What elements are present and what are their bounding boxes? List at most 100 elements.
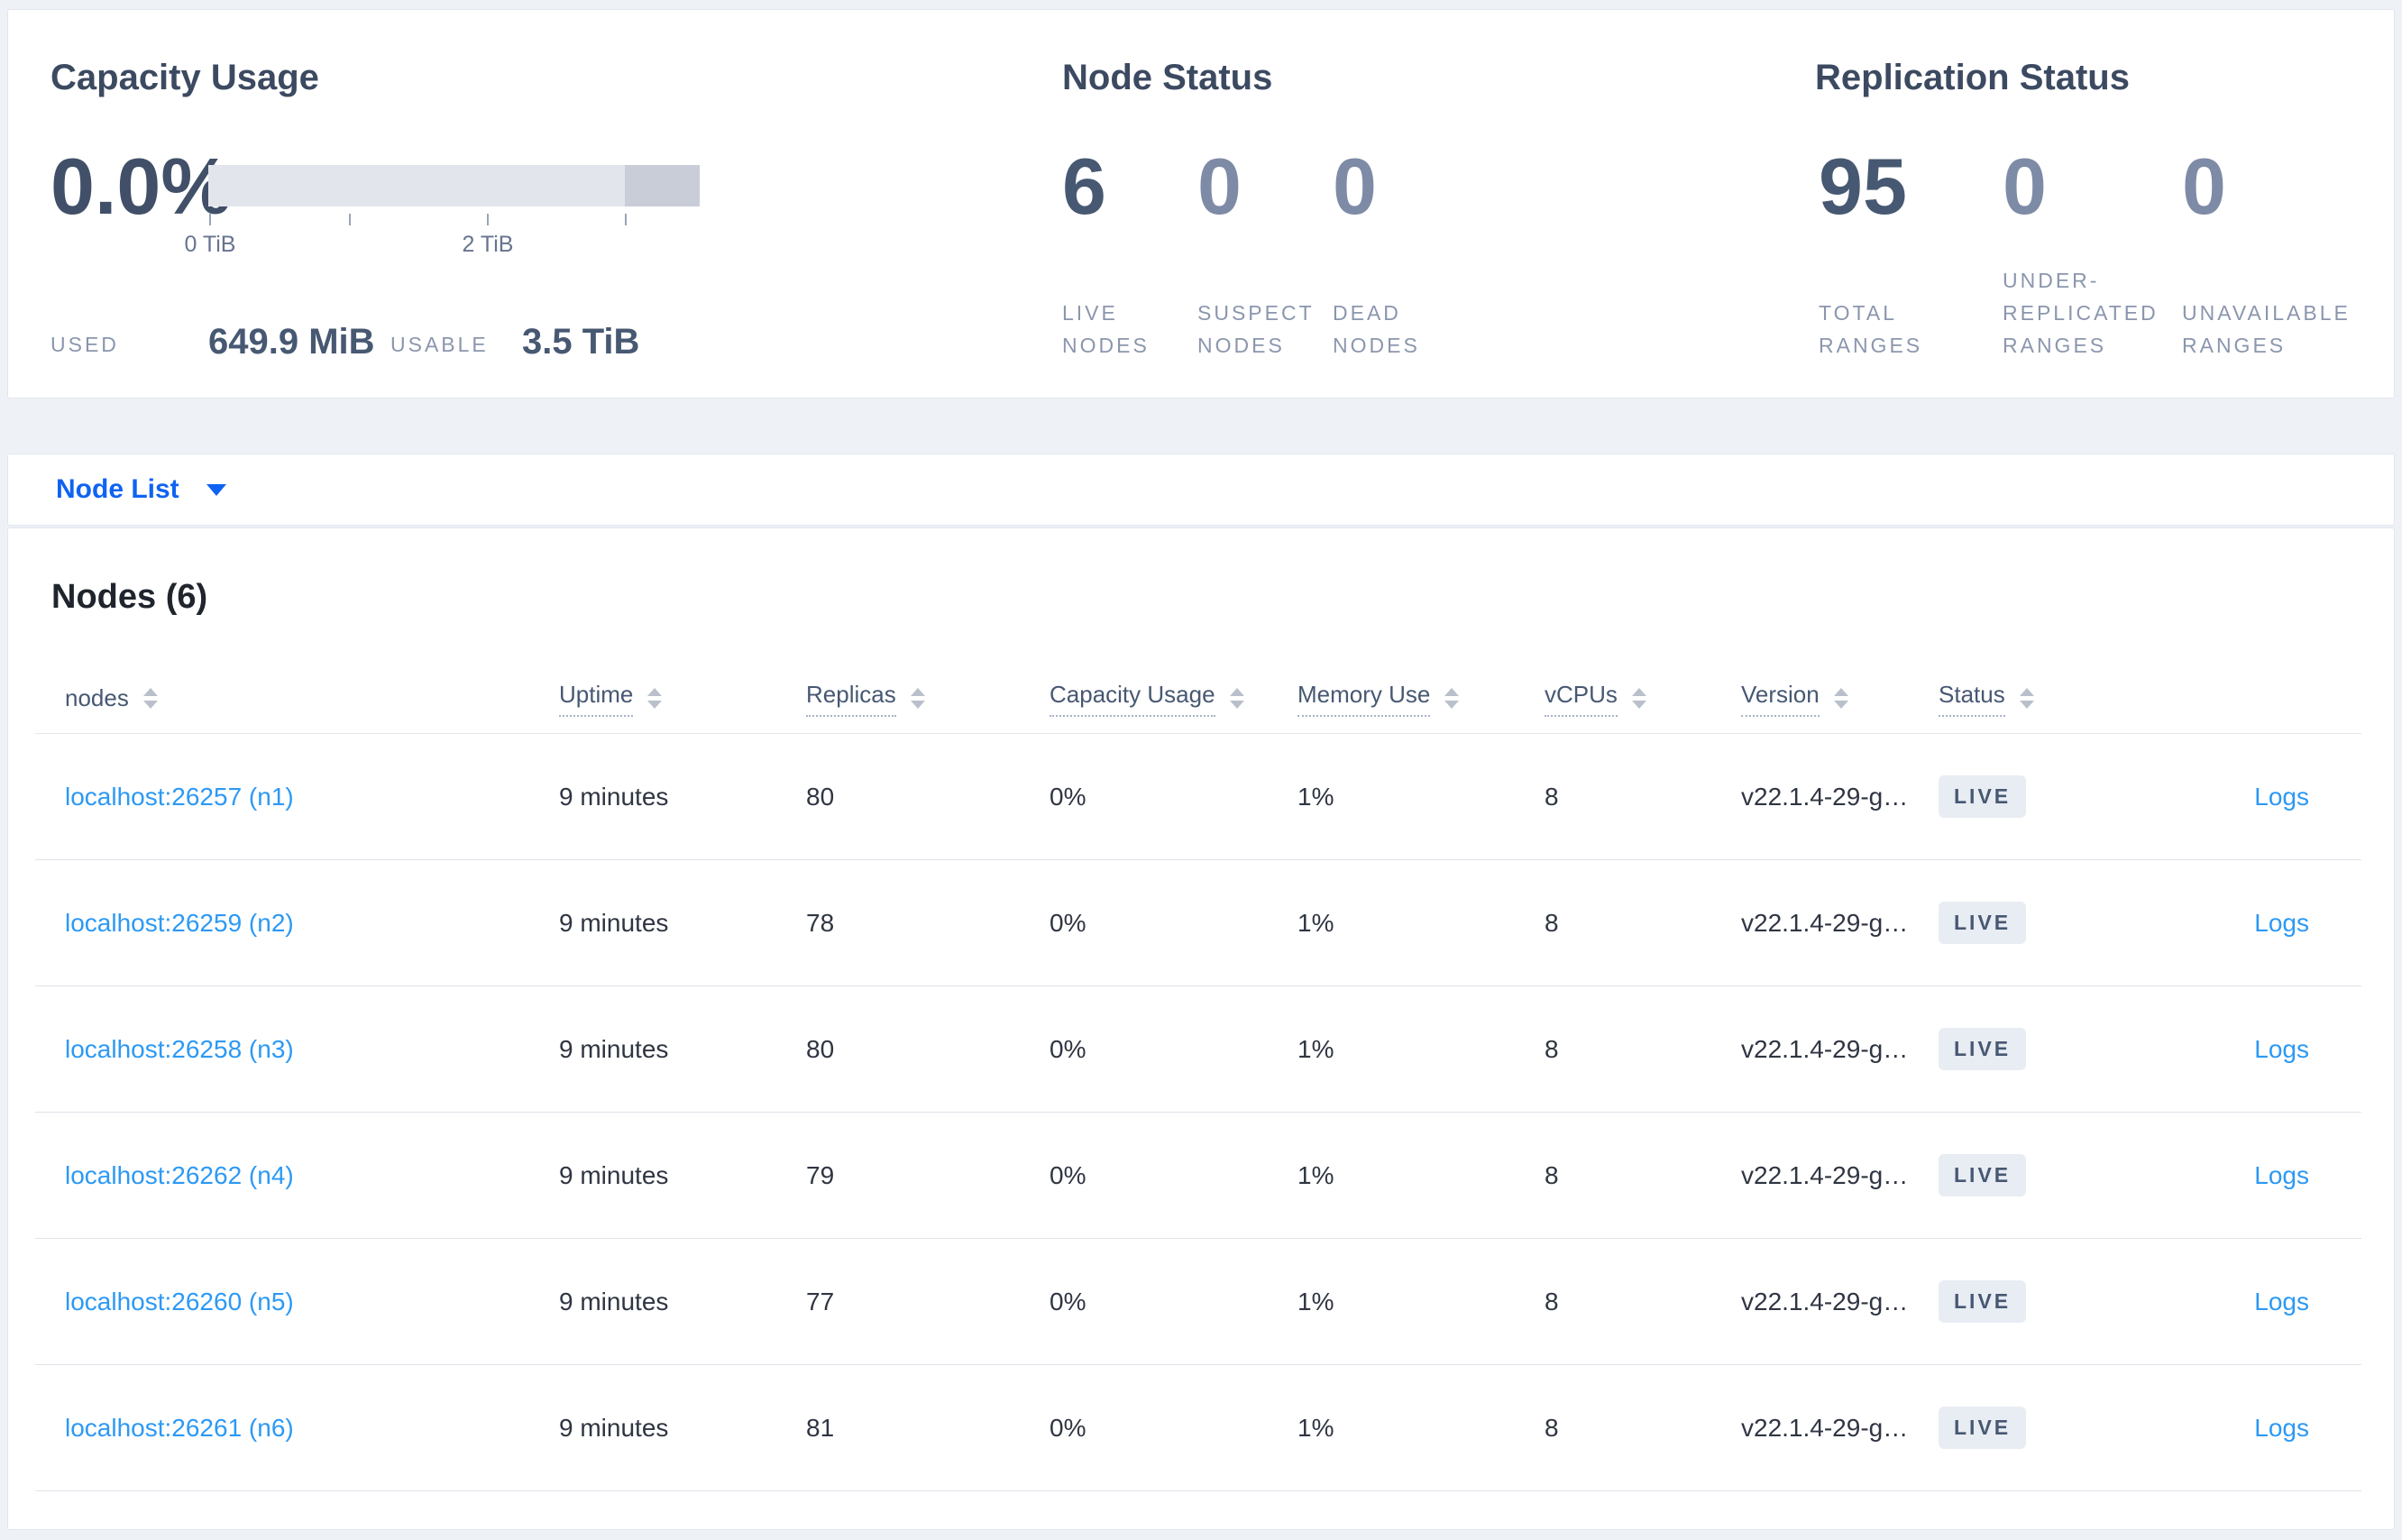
table-row: localhost:26257 (n1) 9 minutes 80 0% 1% … xyxy=(35,734,2361,860)
column-header[interactable]: Version xyxy=(1741,681,1939,717)
replicas-cell: 79 xyxy=(806,1160,835,1189)
column-header[interactable]: Uptime xyxy=(559,681,806,717)
stat-label: UNDER-REPLICATED RANGES xyxy=(2003,269,2159,357)
column-header[interactable]: Replicas xyxy=(806,681,1050,717)
version-cell: v22.1.4-29-g… xyxy=(1741,1413,1909,1442)
capacity-usage-cell: 0% xyxy=(1050,1413,1086,1442)
logs-link[interactable]: Logs xyxy=(2254,1288,2309,1315)
column-header-label: Uptime xyxy=(559,681,634,717)
table-row: localhost:26262 (n4) 9 minutes 79 0% 1% … xyxy=(35,1113,2361,1239)
capacity-usage-cell: 0% xyxy=(1050,1287,1086,1315)
replicas-cell: 78 xyxy=(806,908,835,937)
logs-link[interactable]: Logs xyxy=(2254,1161,2309,1189)
view-mode-dropdown[interactable]: Node List xyxy=(56,474,226,505)
table-row: localhost:26259 (n2) 9 minutes 78 0% 1% … xyxy=(35,860,2361,986)
logs-link[interactable]: Logs xyxy=(2254,783,2309,811)
logs-link[interactable]: Logs xyxy=(2254,909,2309,937)
axis-tick xyxy=(625,214,627,225)
status-badge: LIVE xyxy=(1939,775,2027,818)
status-badge: LIVE xyxy=(1939,1407,2027,1449)
status-badge: LIVE xyxy=(1939,1154,2027,1196)
version-cell: v22.1.4-29-g… xyxy=(1741,1160,1909,1189)
node-address-link[interactable]: localhost:26261 (n6) xyxy=(65,1414,294,1442)
column-header-label: nodes xyxy=(65,684,129,711)
column-header[interactable]: Memory Use xyxy=(1297,681,1545,717)
node-address-link[interactable]: localhost:26262 (n4) xyxy=(65,1161,294,1189)
sort-icon xyxy=(910,688,925,709)
node-status-title: Node Status xyxy=(1062,58,1273,97)
capacity-usage-cell: 0% xyxy=(1050,1160,1086,1189)
capacity-usage-title: Capacity Usage xyxy=(50,58,319,97)
stat-label: SUSPECT NODES xyxy=(1197,301,1315,357)
uptime-cell: 9 minutes xyxy=(559,782,669,811)
node-address-link[interactable]: localhost:26259 (n2) xyxy=(65,909,294,937)
column-header[interactable]: nodes xyxy=(65,684,559,712)
node-address-link[interactable]: localhost:26258 (n3) xyxy=(65,1035,294,1063)
sort-icon xyxy=(142,688,158,709)
node-address-link[interactable]: localhost:26260 (n5) xyxy=(65,1288,294,1315)
logs-link[interactable]: Logs xyxy=(2254,1035,2309,1063)
view-mode-label: Node List xyxy=(56,474,179,504)
replicas-cell: 80 xyxy=(806,1034,835,1063)
status-stat: 0 DEAD NODES xyxy=(1333,145,1468,362)
table-row: localhost:26258 (n3) 9 minutes 80 0% 1% … xyxy=(35,986,2361,1113)
stat-value: 0 xyxy=(1333,142,1377,231)
stat-value: 0 xyxy=(2182,142,2226,231)
nodes-panel: Nodes (6) nodes Uptime Replicas Capacity… xyxy=(7,527,2395,1530)
sort-icon xyxy=(1631,688,1646,709)
uptime-cell: 9 minutes xyxy=(559,908,669,937)
version-cell: v22.1.4-29-g… xyxy=(1741,1034,1909,1063)
column-header[interactable]: vCPUs xyxy=(1545,681,1741,717)
version-cell: v22.1.4-29-g… xyxy=(1741,1287,1909,1315)
stat-value: 0 xyxy=(1197,142,1242,231)
stat-label: LIVE NODES xyxy=(1062,301,1150,357)
replicas-cell: 80 xyxy=(806,782,835,811)
axis-tick-label: 0 TiB xyxy=(184,232,236,257)
sort-icon xyxy=(647,688,663,709)
table-row: localhost:26261 (n6) 9 minutes 81 0% 1% … xyxy=(35,1365,2361,1491)
version-cell: v22.1.4-29-g… xyxy=(1741,908,1909,937)
version-cell: v22.1.4-29-g… xyxy=(1741,782,1909,811)
status-stat: 6 LIVE NODES xyxy=(1062,145,1197,362)
uptime-cell: 9 minutes xyxy=(559,1160,669,1189)
sort-icon xyxy=(1229,688,1244,709)
capacity-usage-bar xyxy=(208,165,700,206)
uptime-cell: 9 minutes xyxy=(559,1034,669,1063)
replicas-cell: 77 xyxy=(806,1287,835,1315)
chevron-down-icon xyxy=(206,483,226,496)
stat-label: DEAD NODES xyxy=(1333,301,1420,357)
axis-tick xyxy=(349,214,351,225)
capacity-bar-reserved-segment xyxy=(625,165,700,206)
uptime-cell: 9 minutes xyxy=(559,1413,669,1442)
stat-label: TOTAL RANGES xyxy=(1819,301,1923,357)
column-header-label: Status xyxy=(1939,681,2005,717)
stat-value: 95 xyxy=(1819,142,1907,231)
column-header[interactable]: Status xyxy=(1939,681,2173,717)
status-badge: LIVE xyxy=(1939,1280,2027,1323)
vcpus-cell: 8 xyxy=(1545,1287,1559,1315)
memory-use-cell: 1% xyxy=(1297,908,1334,937)
replicas-cell: 81 xyxy=(806,1413,835,1442)
logs-link[interactable]: Logs xyxy=(2254,1414,2309,1442)
memory-use-cell: 1% xyxy=(1297,1034,1334,1063)
table-row: localhost:26260 (n5) 9 minutes 77 0% 1% … xyxy=(35,1239,2361,1365)
column-header-label: Replicas xyxy=(806,681,896,717)
column-header[interactable]: Capacity Usage xyxy=(1050,681,1297,717)
used-value: 649.9 MiB xyxy=(208,322,375,362)
node-status-stats: 6 LIVE NODES 0 SUSPECT NODES 0 DEAD NODE… xyxy=(1062,145,1468,362)
status-stat: 0 UNDER-REPLICATED RANGES xyxy=(2003,145,2182,362)
vcpus-cell: 8 xyxy=(1545,1413,1559,1442)
stat-label: UNAVAILABLE RANGES xyxy=(2182,301,2351,357)
usable-label: USABLE xyxy=(390,333,489,356)
nodes-table: nodes Uptime Replicas Capacity Usage Mem… xyxy=(35,664,2361,1491)
memory-use-cell: 1% xyxy=(1297,782,1334,811)
view-selector-bar: Node List xyxy=(7,454,2395,526)
node-address-link[interactable]: localhost:26257 (n1) xyxy=(65,783,294,811)
vcpus-cell: 8 xyxy=(1545,782,1559,811)
used-label: USED xyxy=(50,333,119,356)
sort-icon xyxy=(1833,688,1848,709)
stat-value: 6 xyxy=(1062,142,1106,231)
status-stat: 0 SUSPECT NODES xyxy=(1197,145,1333,362)
capacity-usage-cell: 0% xyxy=(1050,1034,1086,1063)
sort-icon xyxy=(1444,688,1460,709)
